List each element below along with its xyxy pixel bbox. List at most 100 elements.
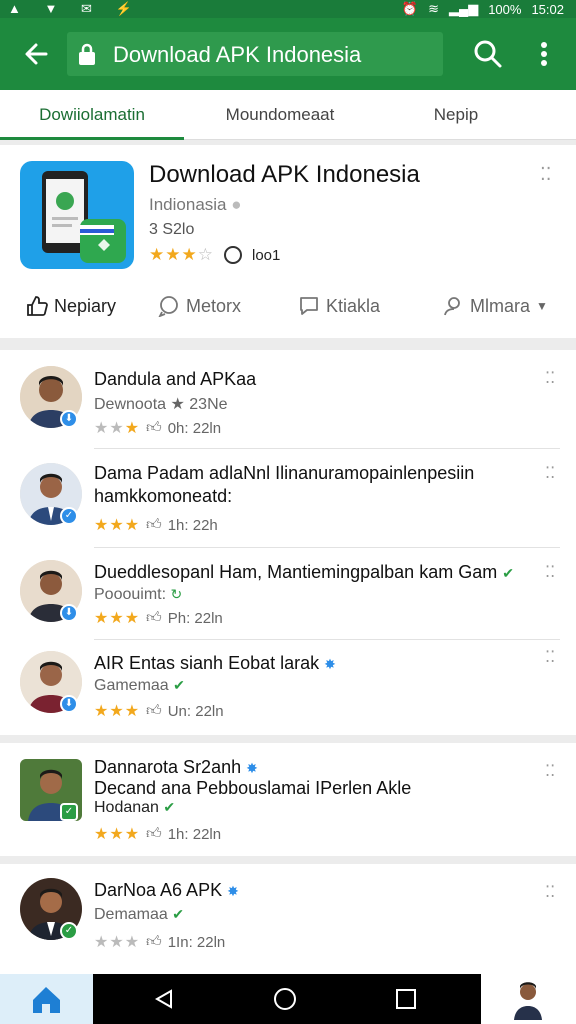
- notification-icons: ▲ ▼ ✉ ⚡: [8, 1, 142, 16]
- comment-icon: [158, 296, 178, 317]
- app-name: Download APK Indonesia: [149, 161, 420, 188]
- drag-handle-icon[interactable]: ⁚⁚: [545, 885, 555, 901]
- drag-handle-icon[interactable]: ⁚⁚: [545, 764, 555, 780]
- people-action[interactable]: Mlmara ▼: [442, 295, 548, 317]
- nav-home-icon[interactable]: [273, 987, 297, 1011]
- thumb-up-icon: 👍︎: [146, 419, 162, 436]
- status-bar: ▲ ▼ ✉ ⚡ ⏰ ≋ ▂▄▆ 100% 15:02: [0, 0, 576, 18]
- bottom-nav: [0, 974, 576, 1024]
- verified-icon: ✔: [173, 677, 185, 693]
- tab-indicator: [0, 137, 184, 140]
- tab-moundomeaat[interactable]: Moundomeaat: [184, 90, 376, 140]
- item-title-line2: hamkkomoneatd:: [94, 486, 233, 506]
- search-field[interactable]: Download APK Indonesia: [67, 32, 443, 76]
- verified-icon: ✔: [502, 565, 514, 581]
- system-nav-bar: [93, 974, 481, 1024]
- home-tab-button[interactable]: [0, 974, 93, 1024]
- chevron-down-icon: ▼: [536, 299, 548, 313]
- like-action[interactable]: Nepiary: [26, 295, 116, 317]
- item-stars: ★★★: [94, 934, 141, 951]
- drag-handle-icon[interactable]: ⁚⁚: [545, 371, 555, 387]
- lock-icon: [79, 43, 95, 65]
- avatar-badge: ✓: [60, 803, 78, 821]
- thumb-up-icon: [27, 296, 48, 316]
- phone-download-icon: [42, 171, 126, 263]
- tab-nepip[interactable]: Nepip: [376, 90, 536, 140]
- verified-icon: ✔: [172, 906, 184, 922]
- app-icon[interactable]: [20, 161, 134, 269]
- item-stars: ★★★: [94, 517, 141, 534]
- back-button[interactable]: [18, 36, 54, 72]
- drag-handle-icon[interactable]: ⁚⁚: [545, 565, 555, 581]
- home-icon: [33, 987, 60, 1013]
- item-title: Dandula and APKaa: [94, 369, 257, 389]
- app-size: 3 S2lo: [149, 221, 195, 238]
- item-title: Dama Padam adlaNnl Ilinanuramopainlenpes…: [94, 463, 475, 483]
- wifi-icon: ≋: [428, 1, 439, 16]
- item-meta: ★★★ 👍︎ Ph: 22ln: [94, 609, 223, 627]
- item-subtitle: Gamemaa ✔: [94, 677, 185, 694]
- avatar-badge: ⬇: [60, 410, 78, 428]
- list-card-2: ✓ Dannarota Sr2anh ✸ Decand ana Pebbousl…: [0, 743, 576, 856]
- list-item[interactable]: ⬇ Dandula and APKaa Dewnoota ★ 23Ne ★★★ …: [0, 350, 576, 449]
- clock: 15:02: [531, 1, 564, 17]
- battery-level: 100%: [488, 1, 522, 17]
- thumb-up-icon: 👍︎: [146, 609, 162, 626]
- search-button[interactable]: [470, 36, 506, 72]
- item-title: Dannarota Sr2anh ✸: [94, 757, 258, 777]
- item-subtitle: Hodanan ✔: [94, 799, 176, 816]
- tab-download[interactable]: Dowiiolamatin: [0, 90, 184, 140]
- list-item[interactable]: ⬇ AIR Entas sianh Eobat larak ✸ Gamemaa …: [0, 641, 576, 733]
- item-subtitle: Dewnoota ★ 23Ne: [94, 396, 228, 413]
- item-stars: ★★★: [94, 420, 141, 437]
- verified-icon: ✔: [163, 799, 176, 815]
- thumb-up-icon: 👍︎: [146, 825, 162, 842]
- signal-icon: ▂▄▆: [448, 1, 479, 16]
- thumb-up-icon: 👍︎: [146, 702, 162, 719]
- more-vert-icon: [541, 42, 547, 66]
- avatar-badge: ⬇: [60, 604, 78, 622]
- app-bar: Download APK Indonesia: [0, 18, 576, 90]
- item-subtitle: Pooouimt: ↻: [94, 586, 183, 603]
- profile-tab-button[interactable]: [481, 974, 576, 1024]
- overflow-menu-button[interactable]: [528, 36, 560, 72]
- item-stars: ★★★: [94, 703, 141, 720]
- item-meta: ★★★ 👍︎ 1h: 22h: [94, 516, 218, 534]
- verified-icon: ✸: [324, 656, 336, 672]
- item-meta: ★★★ 👍︎ Un: 22ln: [94, 702, 224, 720]
- developer-name[interactable]: Indionasia ●: [149, 195, 242, 215]
- chat-icon: [300, 297, 318, 315]
- thumb-up-icon: 👍︎: [146, 516, 162, 533]
- item-meta: ★★★ 👍︎ 1h: 22ln: [94, 825, 222, 843]
- list-item[interactable]: ✓ Dannarota Sr2anh ✸ Decand ana Pebbousl…: [0, 743, 576, 856]
- nav-recents-icon[interactable]: [396, 989, 416, 1009]
- app-bar-title: Download APK Indonesia: [113, 42, 362, 67]
- drag-handle-icon[interactable]: ⁚⁚: [545, 650, 555, 666]
- list-item[interactable]: ✓ DarNoa A6 APK ✸ Demamaa ✔ ★★★ 👍︎ 1In: …: [0, 864, 576, 974]
- avatar-badge: ✓: [60, 922, 78, 940]
- arrow-back-icon: [25, 43, 48, 65]
- item-title: DarNoa A6 APK ✸: [94, 880, 239, 900]
- item-title: AIR Entas sianh Eobat larak ✸: [94, 653, 336, 673]
- drag-handle-icon[interactable]: ⁚⁚: [545, 466, 555, 482]
- alarm-icon: ⏰: [401, 1, 419, 16]
- comment-action[interactable]: Metorx: [158, 295, 241, 317]
- list-card-3: ✓ DarNoa A6 APK ✸ Demamaa ✔ ★★★ 👍︎ 1In: …: [0, 864, 576, 974]
- avatar-badge: ✓: [60, 507, 78, 525]
- verified-icon: ✸: [246, 760, 258, 776]
- item-meta: ★★★ 👍︎ 1In: 22ln: [94, 933, 226, 951]
- info-icon: ●: [231, 195, 242, 214]
- rating-count: loo1: [251, 246, 281, 264]
- search-icon: [474, 40, 502, 68]
- nav-back-icon[interactable]: [153, 988, 175, 1010]
- list-item[interactable]: ⬇ Dueddlesopanl Ham, Mantiemingpalban ka…: [0, 548, 576, 640]
- tab-bar: Dowiiolamatin Moundomeaat Nepip: [0, 90, 576, 140]
- drag-handle-icon[interactable]: ⁚⁚: [540, 165, 551, 183]
- refresh-icon: ↻: [170, 586, 183, 602]
- profile-avatar-icon: [514, 982, 542, 1020]
- divider: [94, 639, 560, 640]
- people-icon: [444, 297, 460, 316]
- list-card-1: ⬇ Dandula and APKaa Dewnoota ★ 23Ne ★★★ …: [0, 350, 576, 735]
- list-item[interactable]: ✓ Dama Padam adlaNnl Ilinanuramopainlenp…: [0, 449, 576, 548]
- chat-action[interactable]: Ktiakla: [298, 295, 380, 317]
